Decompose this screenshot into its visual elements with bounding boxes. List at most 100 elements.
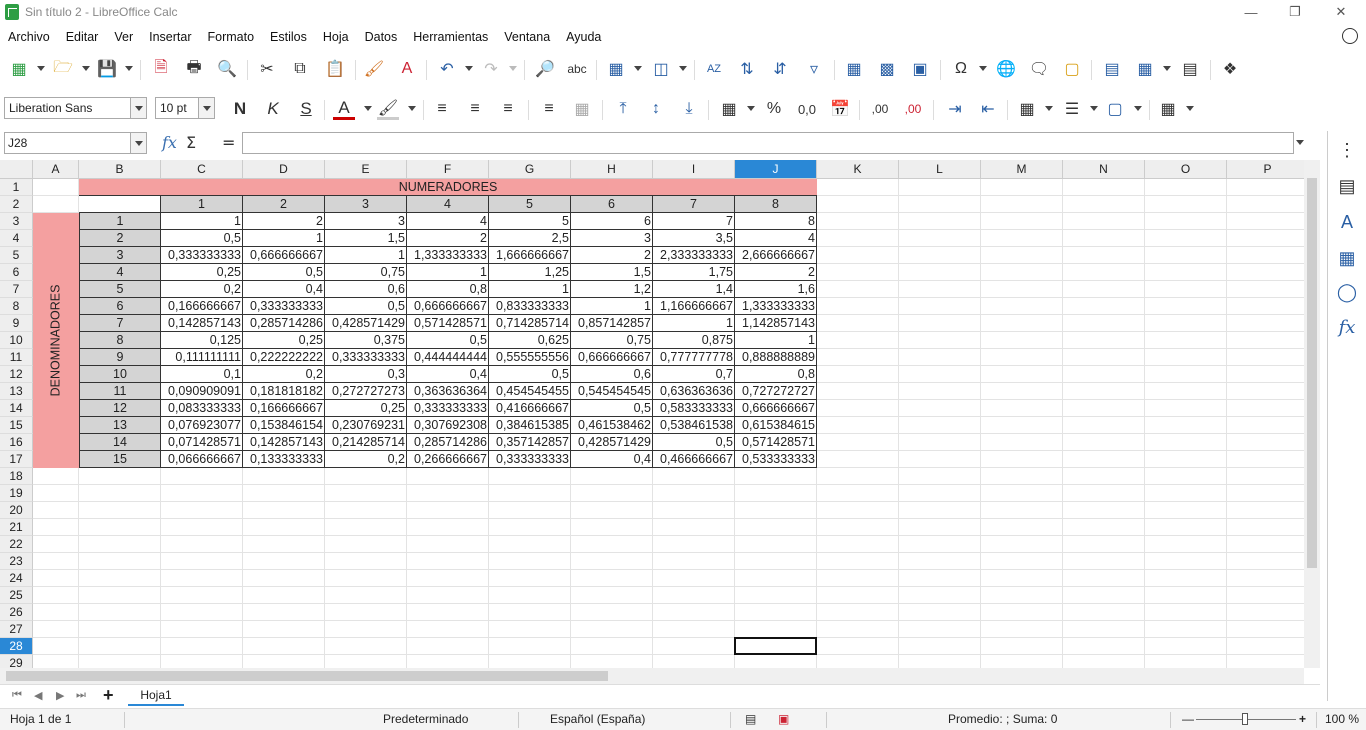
value-cell[interactable]: 3 bbox=[325, 213, 407, 230]
value-cell[interactable]: 1,6 bbox=[735, 281, 817, 298]
value-cell[interactable]: 1,333333333 bbox=[735, 298, 817, 315]
value-cell[interactable]: 0,2 bbox=[161, 281, 243, 298]
value-cell[interactable]: 0,25 bbox=[161, 264, 243, 281]
zoom-out-icon[interactable]: — bbox=[1182, 712, 1194, 726]
split-window-icon[interactable]: ▤ bbox=[1179, 58, 1201, 80]
undo-icon[interactable]: ↶ bbox=[436, 58, 458, 80]
value-cell[interactable]: 1 bbox=[243, 230, 325, 247]
show-draw-functions-icon[interactable]: ❖ bbox=[1219, 58, 1241, 80]
value-cell[interactable]: 2,333333333 bbox=[653, 247, 735, 264]
column-header-c[interactable]: C bbox=[161, 160, 243, 179]
value-cell[interactable]: 0,153846154 bbox=[243, 417, 325, 434]
value-cell[interactable]: 0,272727273 bbox=[325, 383, 407, 400]
chevron-down-icon[interactable] bbox=[198, 98, 214, 118]
value-cell[interactable]: 2 bbox=[407, 230, 489, 247]
value-cell[interactable]: 0,625 bbox=[489, 332, 571, 349]
pivot-table-icon[interactable]: ▣ bbox=[909, 58, 931, 80]
find-replace-icon[interactable]: 🔎 bbox=[534, 58, 556, 80]
value-cell[interactable]: 0,333333333 bbox=[161, 247, 243, 264]
denominator-cell[interactable]: 6 bbox=[79, 298, 161, 315]
value-cell[interactable]: 0,266666667 bbox=[407, 451, 489, 468]
value-cell[interactable]: 0,375 bbox=[325, 332, 407, 349]
align-bottom-icon[interactable]: ⤓ bbox=[678, 98, 700, 120]
value-cell[interactable]: 0,666666667 bbox=[571, 349, 653, 366]
value-cell[interactable]: 6 bbox=[571, 213, 653, 230]
zoom-level[interactable]: 100 % bbox=[1325, 712, 1359, 726]
value-cell[interactable]: 1,2 bbox=[571, 281, 653, 298]
new-spreadsheet-icon[interactable]: ▦ bbox=[8, 58, 30, 80]
numerator-cell[interactable]: 2 bbox=[243, 196, 325, 213]
denominator-cell[interactable]: 11 bbox=[79, 383, 161, 400]
next-sheet-icon[interactable]: ▶ bbox=[56, 689, 64, 702]
value-cell[interactable]: 0,111111111 bbox=[161, 349, 243, 366]
more-options-icon[interactable]: ⋮ bbox=[1336, 139, 1358, 161]
navigator-icon[interactable]: ◯ bbox=[1336, 281, 1358, 303]
row-header-25[interactable]: 25 bbox=[0, 587, 33, 604]
row-header-15[interactable]: 15 bbox=[0, 417, 33, 434]
value-cell[interactable]: 8 bbox=[735, 213, 817, 230]
numeradores-header[interactable]: NUMERADORES bbox=[79, 179, 817, 196]
value-cell[interactable]: 0,5 bbox=[161, 230, 243, 247]
value-cell[interactable]: 0,666666667 bbox=[243, 247, 325, 264]
value-cell[interactable]: 4 bbox=[735, 230, 817, 247]
value-cell[interactable]: 2 bbox=[735, 264, 817, 281]
save-icon[interactable]: 💾 bbox=[96, 58, 118, 80]
column-header-d[interactable]: D bbox=[243, 160, 325, 179]
value-cell[interactable]: 1,5 bbox=[571, 264, 653, 281]
value-cell[interactable]: 0,727272727 bbox=[735, 383, 817, 400]
border-color-icon[interactable]: ▢ bbox=[1104, 98, 1126, 120]
row-header-17[interactable]: 17 bbox=[0, 451, 33, 468]
value-cell[interactable]: 0,214285714 bbox=[325, 434, 407, 451]
redo-icon[interactable]: ↷ bbox=[480, 58, 502, 80]
border-style-icon[interactable]: ☰ bbox=[1061, 98, 1083, 120]
menu-datos[interactable]: Datos bbox=[357, 30, 406, 44]
align-center-icon[interactable]: ≡ bbox=[464, 98, 486, 120]
value-cell[interactable]: 1,142857143 bbox=[735, 315, 817, 332]
denominator-cell[interactable]: 10 bbox=[79, 366, 161, 383]
formula-input[interactable] bbox=[242, 132, 1294, 154]
row-header-6[interactable]: 6 bbox=[0, 264, 33, 281]
sort-descending-icon[interactable]: ⇵ bbox=[769, 58, 791, 80]
spreadsheet-grid[interactable]: A B C D E F G H I J K L M N O P 1 2 3 4 5 6 7 8 9 10 11 12 13 14 15 16 1… bbox=[0, 160, 1304, 668]
value-cell[interactable]: 0,666666667 bbox=[407, 298, 489, 315]
value-cell[interactable]: 0,857142857 bbox=[571, 315, 653, 332]
clone-formatting-icon[interactable]: 🖌 bbox=[363, 58, 385, 80]
value-cell[interactable]: 0,133333333 bbox=[243, 451, 325, 468]
special-character-icon[interactable]: Ω bbox=[950, 58, 972, 80]
blank-cell[interactable] bbox=[79, 196, 161, 213]
row-icon[interactable]: ▦ bbox=[605, 58, 627, 80]
value-cell[interactable]: 7 bbox=[653, 213, 735, 230]
menu-insertar[interactable]: Insertar bbox=[141, 30, 199, 44]
horizontal-scrollbar[interactable] bbox=[0, 668, 1304, 684]
maximize-button[interactable]: ❐ bbox=[1272, 0, 1318, 24]
sum-icon[interactable]: Σ bbox=[186, 133, 196, 152]
open-folder-icon[interactable]: 🗁 bbox=[52, 58, 74, 80]
value-cell[interactable]: 0,285714286 bbox=[243, 315, 325, 332]
sheet-tab-hoja1[interactable]: Hoja1 bbox=[128, 685, 184, 706]
value-cell[interactable]: 0,384615385 bbox=[489, 417, 571, 434]
value-cell[interactable]: 1 bbox=[407, 264, 489, 281]
value-cell[interactable]: 1 bbox=[653, 315, 735, 332]
value-cell[interactable]: 0,888888889 bbox=[735, 349, 817, 366]
menu-archivo[interactable]: Archivo bbox=[0, 30, 58, 44]
menu-hoja[interactable]: Hoja bbox=[315, 30, 357, 44]
value-cell[interactable]: 0,555555556 bbox=[489, 349, 571, 366]
value-cell[interactable]: 0,545454545 bbox=[571, 383, 653, 400]
functions-icon[interactable]: fx bbox=[1336, 317, 1358, 339]
denominator-cell[interactable]: 14 bbox=[79, 434, 161, 451]
sort-icon[interactable]: AZ bbox=[703, 58, 725, 80]
value-cell[interactable]: 0,25 bbox=[243, 332, 325, 349]
value-cell[interactable]: 0,357142857 bbox=[489, 434, 571, 451]
row-header-28[interactable]: 28 bbox=[0, 638, 33, 655]
value-cell[interactable]: 0,538461538 bbox=[653, 417, 735, 434]
selected-cell-cursor[interactable] bbox=[734, 637, 817, 655]
row-header-16[interactable]: 16 bbox=[0, 434, 33, 451]
gallery-icon[interactable]: ▦ bbox=[1336, 247, 1358, 269]
denominator-cell[interactable]: 12 bbox=[79, 400, 161, 417]
value-cell[interactable]: 0,8 bbox=[407, 281, 489, 298]
value-cell[interactable]: 0,363636364 bbox=[407, 383, 489, 400]
column-header-p[interactable]: P bbox=[1227, 160, 1304, 179]
value-cell[interactable]: 0,777777778 bbox=[653, 349, 735, 366]
value-cell[interactable]: 1,166666667 bbox=[653, 298, 735, 315]
value-cell[interactable]: 1 bbox=[161, 213, 243, 230]
